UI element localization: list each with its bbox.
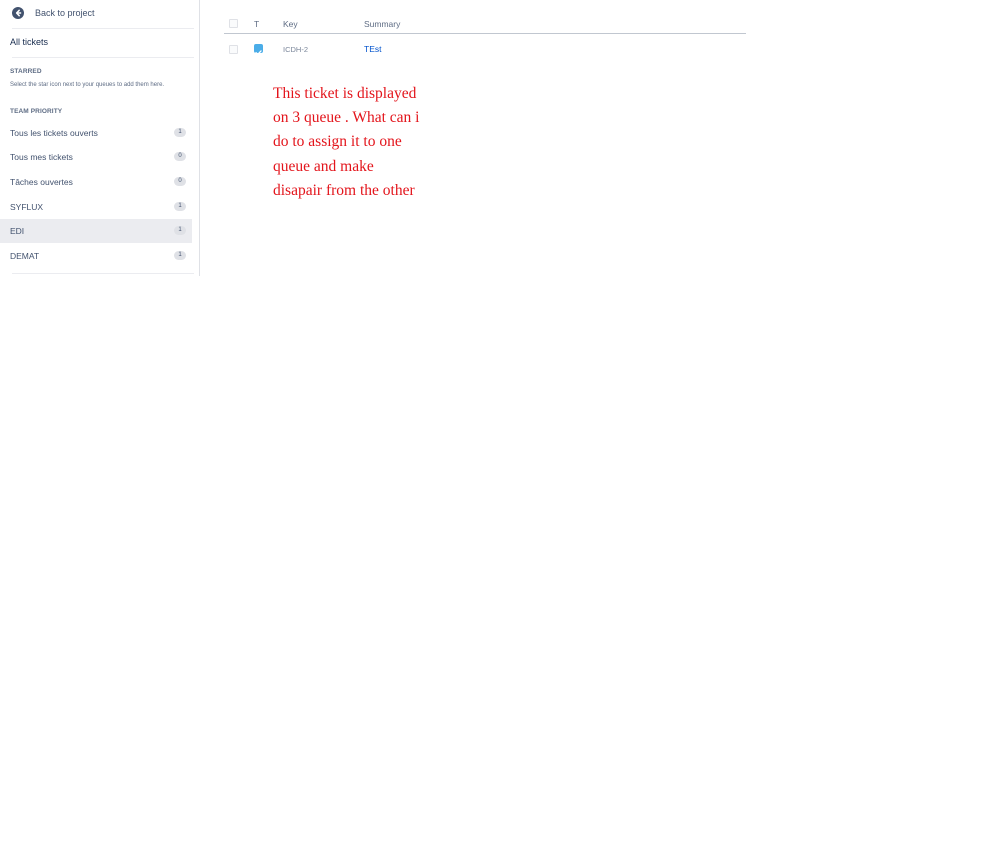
queue-label: Tâches ouvertes	[10, 177, 73, 187]
column-header-summary[interactable]: Summary	[364, 19, 400, 29]
checkbox-task-icon	[254, 44, 263, 55]
arrow-left-circle-icon	[12, 7, 24, 19]
sidebar-divider	[12, 273, 194, 274]
queue-count-badge: 0	[174, 152, 186, 161]
starred-heading: STARRED	[10, 68, 42, 75]
issue-table: T Key Summary ICDH-2 TEst	[224, 14, 746, 64]
queue-label: Tous les tickets ouverts	[10, 128, 98, 138]
annotation-line: This ticket is displayed	[273, 85, 417, 102]
select-all-checkbox[interactable]	[229, 19, 238, 28]
sidebar-item-queue[interactable]: Tâches ouvertes 0	[0, 170, 192, 194]
queue-label: DEMAT	[10, 251, 40, 261]
queue-count-badge: 1	[174, 128, 186, 137]
starred-hint: Select the star icon next to your queues…	[10, 82, 165, 88]
queue-label: EDI	[10, 226, 25, 236]
queue-count-badge: 1	[174, 202, 186, 211]
sidebar-item-queue[interactable]: SYFLUX 1	[0, 195, 192, 219]
sidebar-item-queue[interactable]: DEMAT 1	[0, 244, 192, 268]
queue-count-badge: 1	[174, 251, 186, 260]
back-to-project-link[interactable]: Back to project	[12, 6, 95, 20]
table-header-row: T Key Summary	[224, 14, 746, 34]
team-priority-heading: TEAM PRIORITY	[10, 108, 63, 115]
annotation-line: queue and make	[273, 157, 374, 175]
annotation-note: This ticket is displayed on 3 queue . Wh…	[273, 82, 448, 203]
queue-label: SYFLUX	[10, 202, 44, 212]
issue-key-link[interactable]: ICDH-2	[283, 45, 308, 54]
sidebar-item-all-tickets[interactable]: All tickets	[10, 37, 48, 47]
page-root: Back to project All tickets STARRED Sele…	[0, 0, 999, 864]
sidebar-divider	[12, 28, 194, 29]
column-header-key[interactable]: Key	[283, 19, 298, 29]
annotation-line: on 3 queue . What can i	[273, 109, 420, 127]
annotation-line: disapair from the other	[273, 181, 415, 199]
sidebar-divider	[12, 57, 194, 58]
sidebar-item-queue-selected[interactable]: EDI 1	[0, 219, 192, 243]
sidebar-item-queue[interactable]: Tous les tickets ouverts 1	[0, 121, 192, 145]
issue-summary-link[interactable]: TEst	[364, 44, 381, 54]
sidebar-item-queue[interactable]: Tous mes tickets 0	[0, 145, 192, 169]
queue-sidebar: Back to project All tickets STARRED Sele…	[0, 0, 200, 276]
queue-count-badge: 1	[174, 226, 186, 235]
column-header-type[interactable]: T	[254, 19, 259, 29]
row-select-checkbox[interactable]	[229, 45, 238, 54]
queue-count-badge: 0	[174, 177, 186, 186]
annotation-line: do to assign it to one	[273, 133, 402, 151]
back-to-project-label: Back to project	[35, 8, 95, 18]
queue-label: Tous mes tickets	[10, 152, 73, 162]
table-row[interactable]: ICDH-2 TEst	[224, 34, 746, 64]
